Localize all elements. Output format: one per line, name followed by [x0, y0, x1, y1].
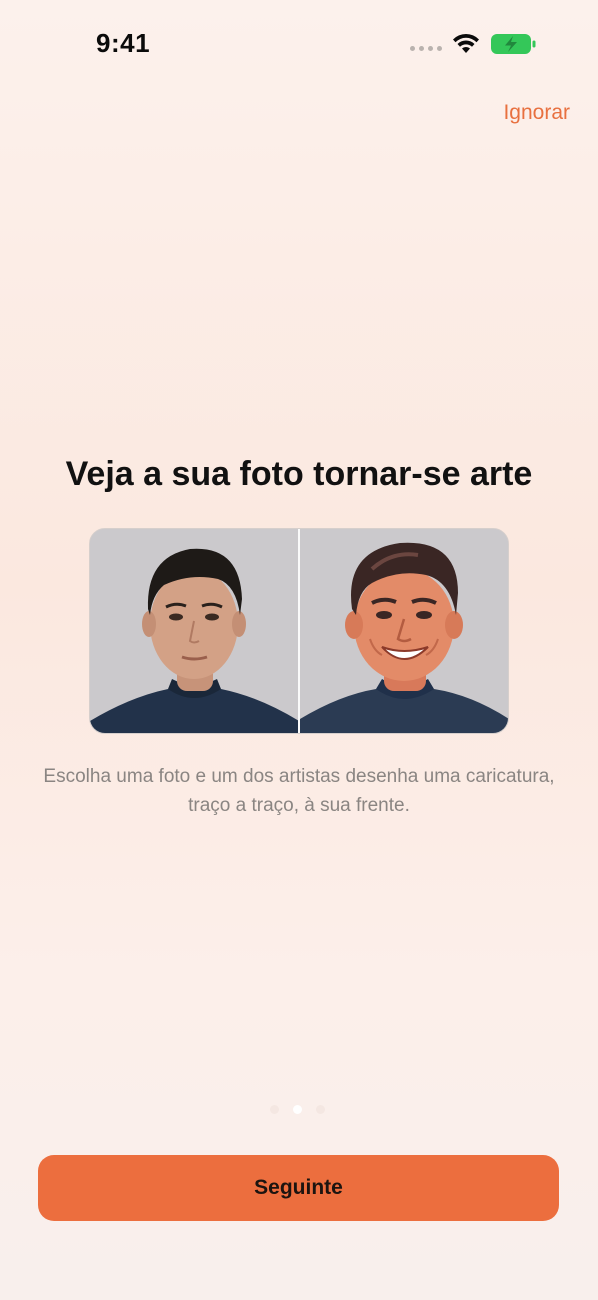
- status-time: 9:41: [96, 28, 151, 58]
- page-dot-1[interactable]: [270, 1105, 279, 1114]
- person-photo-image: [90, 529, 298, 733]
- onboarding-description: Escolha uma foto e um dos artistas desen…: [43, 766, 555, 816]
- page-indicator[interactable]: [270, 1105, 325, 1114]
- onboarding-title: Veja a sua foto tornar-se arte: [65, 455, 533, 493]
- page-dot-2-active[interactable]: [293, 1105, 302, 1114]
- cellular-signal-icon: [410, 46, 442, 51]
- page-dot-3[interactable]: [316, 1105, 325, 1114]
- status-bar: 9:41: [0, 0, 598, 88]
- caricature-illustration: [300, 529, 508, 733]
- wifi-icon: [453, 33, 479, 53]
- original-photo: [90, 529, 298, 733]
- battery-charging-icon: [491, 34, 536, 54]
- skip-button[interactable]: Ignorar: [503, 101, 570, 125]
- caricature-image: [300, 529, 508, 733]
- before-after-comparison: [89, 528, 509, 734]
- next-button[interactable]: Seguinte: [38, 1155, 559, 1221]
